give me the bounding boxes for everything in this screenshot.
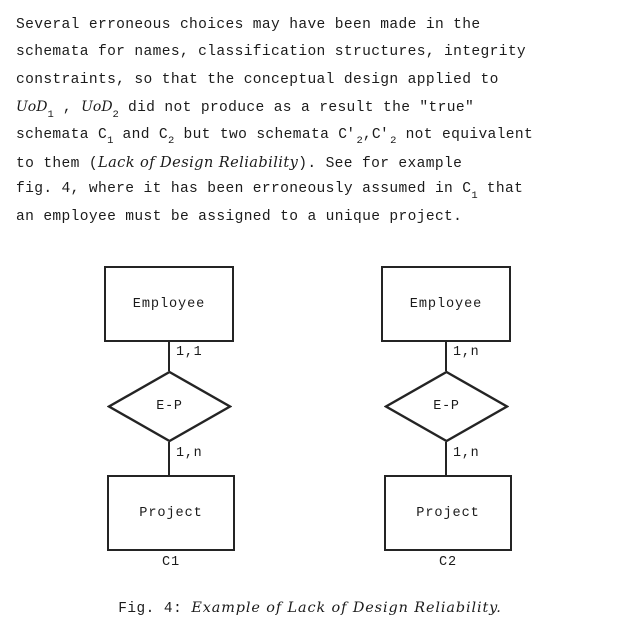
paragraph-line-2: schemata for names, classification struc… [16,44,527,61]
cardinality-employee-side-c2: 1,n [453,345,480,360]
connector-employee-to-relationship-c1 [168,342,170,371]
paragraph-line-8: an employee must be assigned to a unique… [16,208,463,225]
relationship-diamond-c2: E-P [384,370,509,443]
c2-subscript: 2 [168,135,175,148]
cardinality-project-side-c2: 1,n [453,446,480,461]
connector-employee-to-relationship-c2 [445,342,447,371]
paragraph-line-3: constraints, so that the conceptual desi… [16,71,499,88]
schemata-comma: ,C [362,126,382,143]
figure-caption-number: Fig. 4: [118,601,192,617]
uod-symbol-1: UoD [16,99,48,116]
figure-caption-title: Example of Lack of Design Reliability. [191,600,502,616]
paragraph-line-4-rest: did not produce as a result the "true" [118,100,475,117]
emphasis-lack-of-design-reliability: Lack of Design Reliability [97,153,299,171]
er-diagram-c1: Employee 1,1 E-P 1,n Project C1 [55,250,355,590]
c1-subscript-ref: 1 [471,190,478,203]
c-prime-subscript-1: 2 [356,135,363,148]
uod-subscript-1: 1 [47,109,54,122]
relationship-diamond-c1: E-P [107,370,232,443]
relationship-label-c2: E-P [433,399,460,414]
c-prime-mark-2: ' [380,126,390,143]
schema-caption-c2: C2 [439,555,457,570]
connector-relationship-to-project-c1 [168,442,170,476]
figure-er-diagrams: Employee 1,1 E-P 1,n Project C1 Employee… [0,250,620,590]
cardinality-employee-side-c1: 1,1 [176,345,203,360]
uod-separator: , [53,100,82,117]
entity-box-employee-c2: Employee [381,266,511,342]
entity-label-employee-c2: Employee [409,296,483,312]
paragraph-line-6: to them (Lack of Design Reliability). Se… [16,149,620,176]
uod-symbol-2: UoD [81,99,113,116]
figure-caption: Fig. 4: Example of Lack of Design Reliab… [0,600,620,617]
uod-subscript-2: 2 [112,109,119,122]
entity-box-project-c1: Project [107,475,235,551]
entity-label-project-c1: Project [139,505,203,521]
er-diagram-c2: Employee 1,n E-P 1,n Project C2 [332,250,620,590]
schemata-suffix: not equivalent [396,126,534,143]
paragraph-line-4: UoD1 , UoD2 did not produce as a result … [16,94,620,121]
cardinality-project-side-c1: 1,n [176,446,203,461]
body-paragraph: Several erroneous choices may have been … [16,12,620,231]
paragraph-line-7: fig. 4, where it has been erroneously as… [16,176,620,203]
c-prime-mark-1: ' [346,126,356,143]
schemata-mid: and C [113,126,169,143]
c-prime-subscript-2: 2 [390,135,397,148]
entity-label-employee-c1: Employee [132,296,206,312]
entity-box-project-c2: Project [384,475,512,551]
line-7-suffix: that [477,181,524,198]
line-7-prefix: fig. 4, where it has been erroneously as… [16,181,472,198]
schemata-prefix: schemata C [16,126,108,143]
line-6-prefix: to them ( [16,155,98,172]
paragraph-line-5: schemata C1 and C2 but two schemata C'2,… [16,122,620,149]
relationship-label-c1: E-P [156,399,183,414]
schema-caption-c1: C1 [162,555,180,570]
connector-relationship-to-project-c2 [445,442,447,476]
entity-box-employee-c1: Employee [104,266,234,342]
line-6-suffix: ). See for example [298,155,463,172]
entity-label-project-c2: Project [416,505,480,521]
schemata-mid-2: but two schemata C [174,126,348,143]
c1-subscript: 1 [107,135,114,148]
paragraph-line-1: Several erroneous choices may have been … [16,17,481,33]
